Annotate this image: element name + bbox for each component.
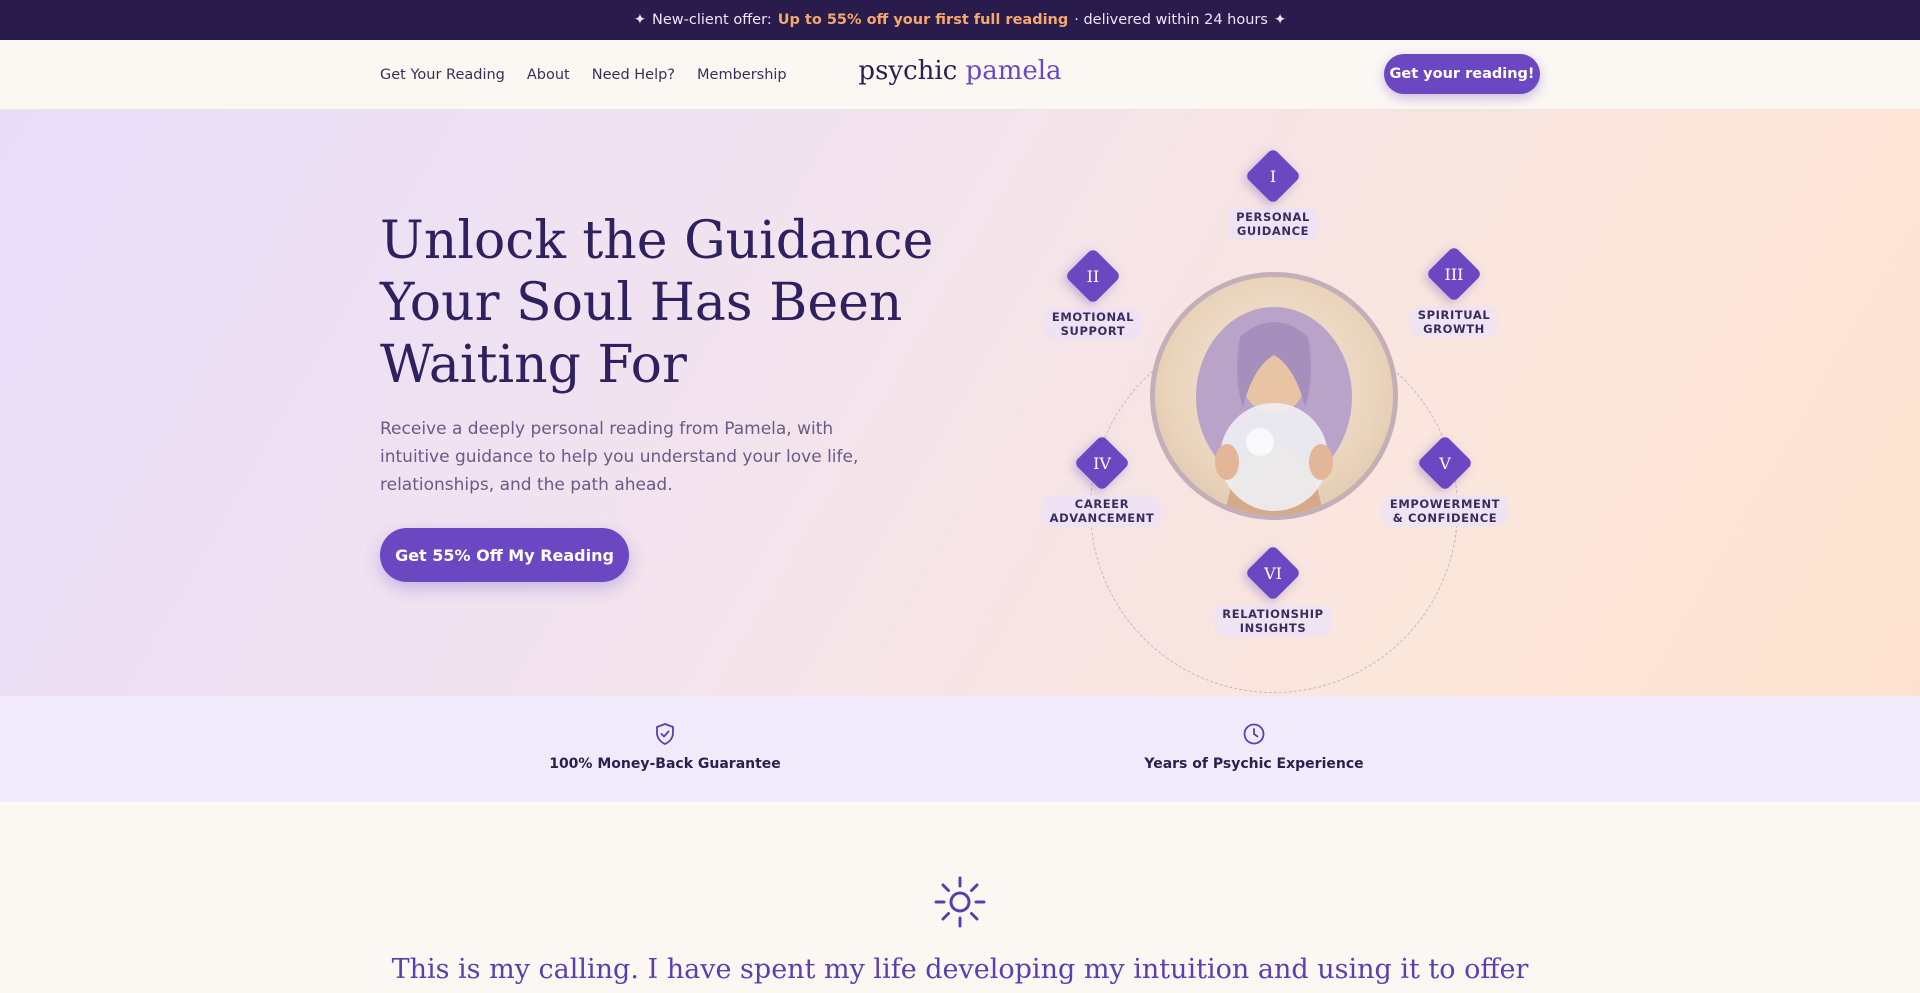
orbit-node-empowerment: V EMPOWERMENT & CONFIDENCE — [1365, 434, 1525, 527]
node-label: EMPOWERMENT & CONFIDENCE — [1381, 495, 1509, 527]
trust-text: Years of Psychic Experience — [1144, 756, 1364, 772]
nav-link-get-your-reading[interactable]: Get Your Reading — [380, 67, 505, 83]
node-label: PERSONAL GUIDANCE — [1228, 208, 1318, 240]
trust-item-guarantee: 100% Money-Back Guarantee — [515, 722, 815, 772]
node-label: CAREER ADVANCEMENT — [1041, 495, 1163, 527]
site-logo: psychic pamela — [0, 56, 1920, 86]
nav-links: Get Your Reading About Need Help? Member… — [380, 40, 787, 110]
node-label: SPIRITUAL GROWTH — [1409, 306, 1499, 338]
nav-link-need-help[interactable]: Need Help? — [592, 67, 675, 83]
psychic-portrait — [1150, 272, 1398, 520]
hero-lead: Receive a deeply personal reading from P… — [380, 419, 859, 495]
node-label: RELATIONSHIP INSIGHTS — [1214, 605, 1332, 637]
portrait-illustration — [1196, 307, 1352, 515]
sparkle-icon: ✦ — [633, 12, 647, 28]
sparkle-icon: ✦ — [1273, 12, 1287, 28]
about-section: This is my calling. I have spent my life… — [0, 802, 1920, 993]
trust-bar: 100% Money-Back Guarantee Years of Psych… — [0, 696, 1920, 802]
numeral-badge: V — [1416, 434, 1474, 492]
node-label: EMOTIONAL SUPPORT — [1043, 308, 1143, 340]
numeral-badge: VI — [1244, 544, 1302, 602]
numeral-badge: III — [1425, 245, 1483, 303]
logo-word-2: pamela — [965, 56, 1062, 86]
orbit-node-career-advancement: IV CAREER ADVANCEMENT — [1022, 434, 1182, 527]
numeral-badge: IV — [1073, 434, 1131, 492]
trust-text: 100% Money-Back Guarantee — [549, 756, 781, 772]
shield-check-icon — [656, 723, 674, 745]
orbit-node-emotional-support: II EMOTIONAL SUPPORT — [1013, 247, 1173, 340]
promo-highlight: Up to 55% off your first full reading — [777, 12, 1069, 28]
sun-icon — [934, 876, 986, 928]
promo-prefix: New-client offer: — [652, 12, 772, 28]
clock-icon — [1243, 723, 1265, 745]
nav-link-membership[interactable]: Membership — [697, 67, 787, 83]
hero-section: Unlock the Guidance Your Soul Has Been W… — [0, 110, 1920, 696]
promo-banner: ✦ New-client offer: Up to 55% off your f… — [0, 0, 1920, 40]
get-reading-button[interactable]: Get your reading! — [1384, 54, 1540, 94]
orbit-node-spiritual-growth: III SPIRITUAL GROWTH — [1374, 245, 1534, 338]
logo-word-1: psychic — [858, 56, 958, 86]
top-navigation: Get Your Reading About Need Help? Member… — [0, 40, 1920, 110]
numeral-badge: I — [1244, 147, 1302, 205]
hero-title: Unlock the Guidance Your Soul Has Been W… — [380, 211, 934, 395]
nav-link-about[interactable]: About — [527, 67, 570, 83]
numeral-badge: II — [1064, 247, 1122, 305]
orbit-node-relationship-insights: VI RELATIONSHIP INSIGHTS — [1193, 544, 1353, 637]
about-quote: This is my calling. I have spent my life… — [391, 954, 1529, 985]
orbit-node-personal-guidance: I PERSONAL GUIDANCE — [1193, 147, 1353, 240]
trust-item-experience: Years of Psychic Experience — [1104, 722, 1404, 772]
hero-cta-button[interactable]: Get 55% Off My Reading — [380, 528, 629, 582]
promo-suffix: · delivered within 24 hours — [1074, 12, 1268, 28]
